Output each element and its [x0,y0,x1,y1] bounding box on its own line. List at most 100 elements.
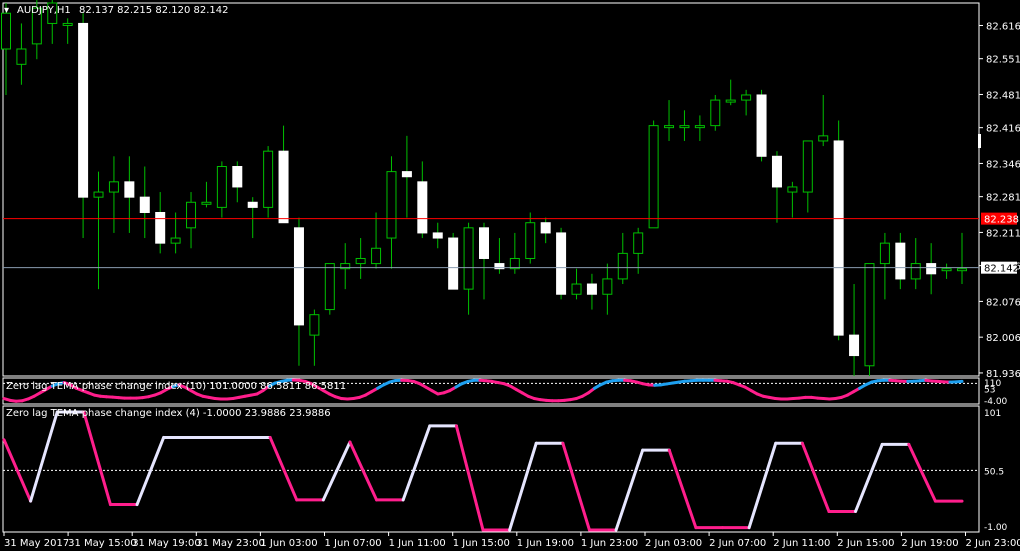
indicator2-segment [401,424,432,502]
chart-shift-marker[interactable] [978,134,981,148]
indicator2-segment [800,441,831,513]
candle-body[interactable] [617,252,628,280]
candle-body[interactable] [448,237,459,290]
candle-body[interactable] [910,263,921,280]
candle-body[interactable] [232,166,243,188]
candle-body[interactable] [679,125,690,129]
indicator2-title: Zero lag TEMA phase change index (4) -1.… [6,408,331,419]
candle-body[interactable] [155,211,166,244]
candle-body[interactable] [278,150,289,224]
indicator2-segment [321,440,352,502]
candle-body[interactable] [694,125,705,129]
candle-body[interactable] [926,263,937,275]
chart-dropdown-icon[interactable]: ▾ [4,5,9,16]
candle-body[interactable] [509,257,520,270]
indicator1-axis-label: 53 [984,385,995,395]
main-panel-frame [2,2,980,377]
candle-body[interactable] [78,22,89,198]
candle-body[interactable] [741,94,752,101]
indicator1-title: Zero lag TEMA phase change index (10) 10… [6,381,346,392]
time-tick-label: 2 Jun 03:00 [645,538,702,549]
candle-body[interactable] [895,242,906,280]
candle-body[interactable] [247,201,258,208]
candle-body[interactable] [525,222,536,259]
candle-body[interactable] [941,268,952,272]
indicator2-segment [907,442,937,503]
price-tick-label: 81.936 [986,369,1020,380]
candle-body[interactable] [309,314,320,336]
candle-body[interactable] [725,99,736,103]
candle-body[interactable] [417,181,428,234]
indicator2-axis-label: 101 [984,409,1001,419]
candle-body[interactable] [293,227,304,326]
price-tick-label: 82.281 [986,193,1020,204]
candle-body[interactable] [756,94,767,157]
candle-body[interactable] [371,247,382,265]
indicator2-segment [348,440,379,502]
candle-body[interactable] [664,125,675,129]
time-tick-label: 1 Jun 23:00 [581,538,638,549]
trading-chart-window: 110 53 -4.00 101 50.5 -1.00 82.616 82.551 82.4… [0,0,1020,551]
price-tick-label: 82.616 [986,21,1020,32]
candle-body[interactable] [771,155,782,188]
candle-body[interactable] [263,150,274,208]
price-tick-label: 82.006 [986,333,1020,344]
candle-body[interactable] [710,99,721,127]
time-tick-label: 2 Jun 23:00 [966,538,1020,549]
indicator2-segment [135,435,166,507]
candle-body[interactable] [818,135,829,142]
candle-body[interactable] [648,125,659,229]
time-tick-label: 2 Jun 19:00 [901,538,958,549]
candle-body[interactable] [879,242,890,265]
candle-body[interactable] [540,222,551,234]
bid-price-tag-label: 82.142 [984,264,1019,275]
candle-body[interactable] [139,196,150,213]
candle-body[interactable] [124,181,135,198]
candle-body[interactable] [479,227,489,259]
candle-body[interactable] [571,283,582,295]
time-tick-label: 31 May 19:00 [132,538,201,549]
candle-body[interactable] [633,232,644,254]
candle-body[interactable] [432,232,443,239]
candle-body[interactable] [556,232,567,295]
time-tick-label: 2 Jun 07:00 [709,538,766,549]
candle-body[interactable] [324,263,335,311]
candle-body[interactable] [186,201,197,229]
time-tick-label: 1 Jun 07:00 [325,538,382,549]
candle-body[interactable] [787,186,798,193]
candle-body[interactable] [401,171,412,178]
candle-body[interactable] [93,191,104,198]
time-tick-label: 31 May 15:00 [68,538,137,549]
candle-body[interactable] [108,181,119,193]
candle-body[interactable] [802,140,813,193]
candle-body[interactable] [216,166,227,208]
candle-body[interactable] [355,257,366,265]
candle-body[interactable] [170,237,181,244]
time-tick-label: 2 Jun 11:00 [773,538,830,549]
candle-body[interactable] [463,227,474,290]
price-tick-label: 82.346 [986,159,1020,170]
candle-body[interactable] [201,201,212,205]
indicator2-segment [561,441,591,532]
candle-body[interactable] [849,334,860,357]
time-tick-label: 31 May 2017 [4,538,69,549]
candle-body[interactable] [833,140,844,336]
candle-body[interactable] [16,48,27,65]
candle-body[interactable] [1,12,11,50]
price-tick-label: 82.481 [986,90,1020,101]
candle-body[interactable] [586,283,597,295]
candle-body[interactable] [864,263,875,367]
candlestick-chart[interactable]: 11053-4.00 10150.5-1.00 82.61682.55182.4… [0,0,1020,551]
indicator1-axis-label: -4.00 [984,397,1008,407]
indicator2-panel-frame [2,405,980,533]
candle-body[interactable] [602,278,613,295]
time-tick-label: 1 Jun 15:00 [453,538,510,549]
time-tick-label: 1 Jun 03:00 [260,538,317,549]
candle-body[interactable] [386,171,397,239]
indicator2-segment [614,448,645,532]
candle-body[interactable] [62,22,73,26]
symbol-label: AUDJPY,H1 [17,5,71,16]
candle-body[interactable] [957,268,967,272]
indicator2-segment [667,448,698,530]
time-tick-label: 31 May 23:00 [196,538,265,549]
